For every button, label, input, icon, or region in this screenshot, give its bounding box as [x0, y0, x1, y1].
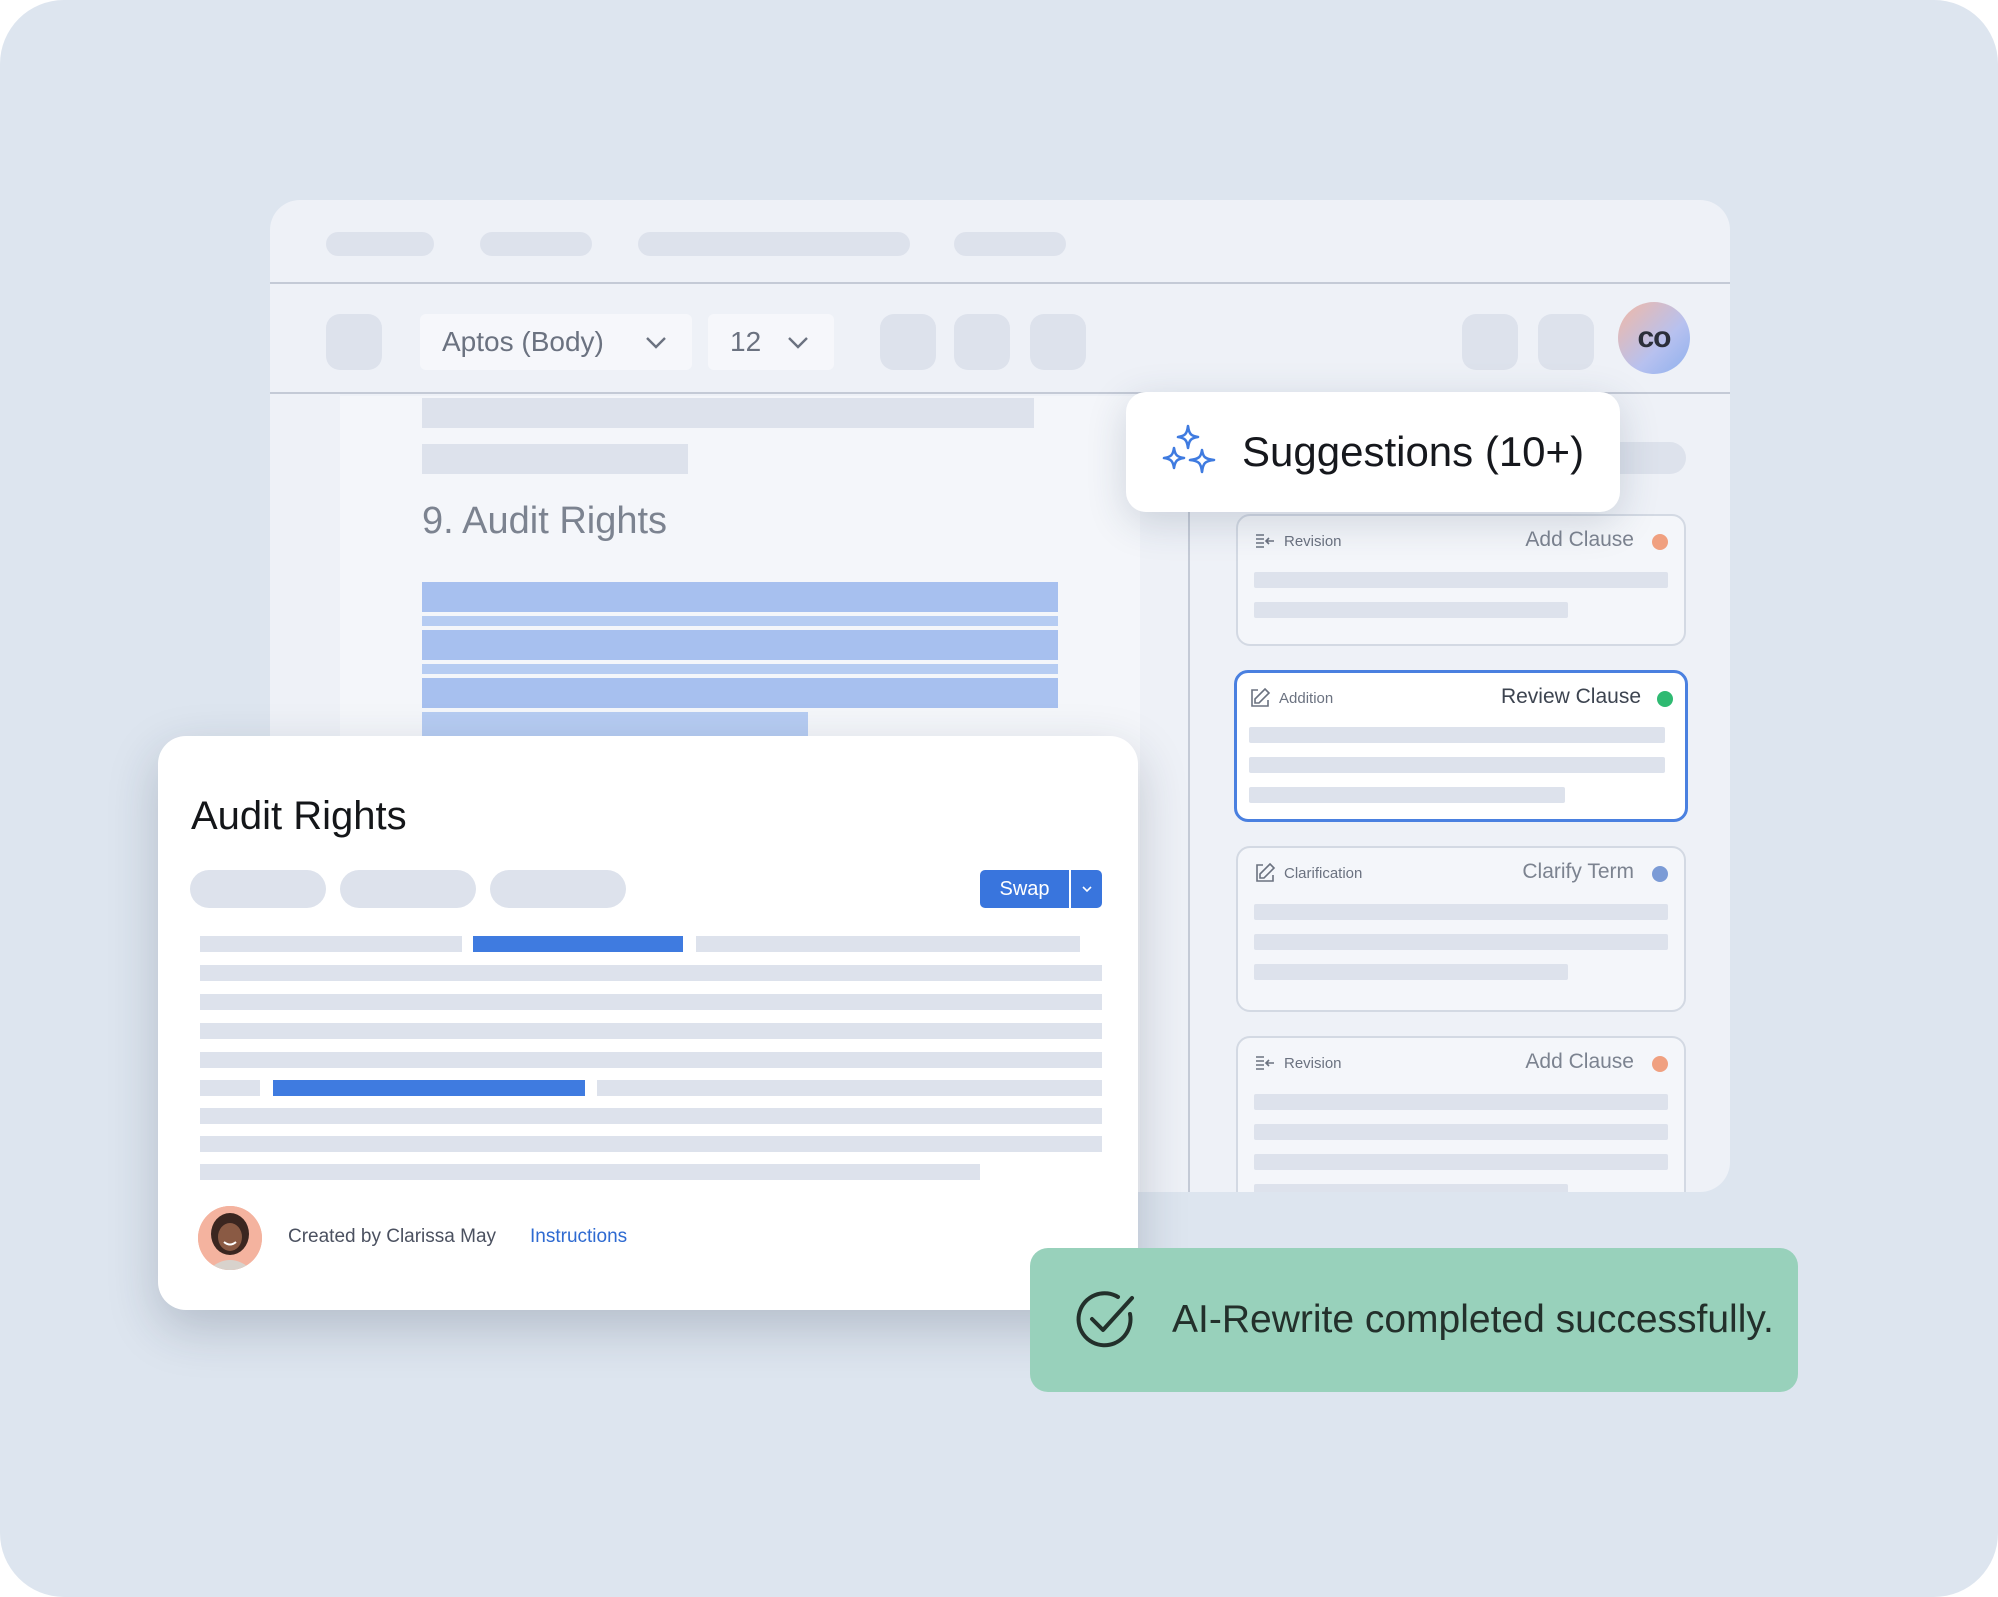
text-line-placeholder — [1254, 572, 1668, 588]
menu-item-placeholder[interactable] — [480, 232, 592, 256]
text-line-placeholder — [422, 444, 688, 474]
formatting-toolbar: Aptos (Body) 12 co — [270, 286, 1730, 394]
filter-pill[interactable] — [490, 870, 626, 908]
text-line-placeholder — [1254, 934, 1668, 950]
copilot-avatar[interactable]: co — [1618, 302, 1690, 374]
text-line-placeholder — [422, 398, 1034, 428]
card-action-label: Review Clause — [1500, 685, 1641, 708]
success-toast: AI-Rewrite completed successfully. — [1030, 1248, 1798, 1392]
toolbar-button[interactable] — [954, 314, 1010, 370]
edit-icon — [1251, 687, 1271, 707]
text-line-placeholder — [200, 936, 462, 952]
text-line-placeholder — [597, 1080, 1102, 1096]
toolbar-button[interactable] — [1538, 314, 1594, 370]
highlighted-text[interactable] — [422, 678, 1058, 708]
swap-dropdown-button[interactable] — [1071, 870, 1102, 908]
text-line-placeholder — [200, 1164, 980, 1180]
highlighted-term[interactable] — [473, 936, 683, 952]
instructions-link[interactable]: Instructions — [530, 1226, 627, 1248]
text-line-placeholder — [200, 994, 1102, 1010]
font-size-select[interactable]: 12 — [708, 314, 834, 370]
highlighted-term[interactable] — [273, 1080, 585, 1096]
suggestion-card-revision[interactable]: Revision Add Clause — [1236, 514, 1686, 646]
font-size-value: 12 — [730, 326, 762, 357]
card-kind-label: Revision — [1284, 532, 1342, 550]
font-family-select[interactable]: Aptos (Body) — [420, 314, 692, 370]
suggestions-title: Suggestions (10+) — [1242, 428, 1585, 475]
chevron-down-icon — [788, 337, 808, 349]
toolbar-button[interactable] — [880, 314, 936, 370]
toolbar-button[interactable] — [1462, 314, 1518, 370]
text-line-placeholder — [1254, 1184, 1568, 1192]
text-line-placeholder — [200, 1080, 260, 1096]
highlighted-text[interactable] — [422, 630, 1058, 660]
card-kind-label: Clarification — [1284, 864, 1363, 882]
highlighted-text[interactable] — [422, 582, 1058, 612]
author-avatar — [198, 1206, 262, 1270]
edit-icon — [1256, 862, 1276, 882]
toolbar-button[interactable] — [326, 314, 382, 370]
highlighted-text — [422, 664, 1058, 674]
menu-item-placeholder[interactable] — [638, 232, 910, 256]
text-line-placeholder — [200, 965, 1102, 981]
text-line-placeholder — [1254, 1154, 1668, 1170]
status-dot — [1652, 866, 1668, 882]
filter-pill[interactable] — [190, 870, 326, 908]
text-line-placeholder — [200, 1136, 1102, 1152]
menu-item-placeholder[interactable] — [326, 232, 434, 256]
status-dot — [1652, 534, 1668, 550]
chevron-down-icon — [646, 337, 666, 349]
text-line-placeholder — [1249, 757, 1665, 773]
card-kind-label: Addition — [1279, 689, 1334, 707]
text-line-placeholder — [1249, 727, 1665, 743]
filter-pill[interactable] — [340, 870, 476, 908]
suggestion-card-revision[interactable]: Revision Add Clause — [1236, 1036, 1686, 1192]
revision-icon — [1256, 534, 1274, 548]
background-canvas: Aptos (Body) 12 co 9. Audit Rights Revis… — [0, 0, 1998, 1597]
text-line-placeholder — [1254, 602, 1568, 618]
highlighted-text[interactable] — [422, 712, 808, 736]
text-line-placeholder — [696, 936, 1080, 952]
highlighted-text — [422, 616, 1058, 626]
clause-modal: Audit Rights Swap Created by Clarissa Ma… — [158, 736, 1138, 1310]
text-line-placeholder — [1254, 1124, 1668, 1140]
sparkles-icon — [1162, 424, 1216, 474]
card-action-label: Clarify Term — [1522, 860, 1634, 883]
revision-icon — [1256, 1056, 1274, 1070]
card-action-label: Add Clause — [1525, 528, 1634, 551]
check-circle-icon — [1076, 1291, 1134, 1348]
swap-button[interactable]: Swap — [980, 870, 1071, 908]
text-line-placeholder — [1254, 904, 1668, 920]
section-heading: 9. Audit Rights — [422, 500, 668, 542]
card-kind-label: Revision — [1284, 1054, 1342, 1072]
suggestions-header[interactable]: Suggestions (10+) — [1126, 392, 1620, 512]
font-family-value: Aptos (Body) — [442, 326, 604, 357]
chevron-down-icon — [1081, 886, 1092, 893]
toolbar-button[interactable] — [1030, 314, 1086, 370]
text-line-placeholder — [200, 1023, 1102, 1039]
panel-divider — [1188, 396, 1190, 1192]
menu-bar — [270, 200, 1730, 284]
status-dot — [1657, 691, 1673, 707]
modal-title: Audit Rights — [191, 794, 407, 838]
person-icon — [198, 1206, 262, 1270]
text-line-placeholder — [200, 1108, 1102, 1124]
created-by-label: Created by Clarissa May — [288, 1226, 497, 1247]
card-action-label: Add Clause — [1525, 1050, 1634, 1073]
swap-split-button: Swap — [980, 870, 1102, 908]
suggestion-card-clarification[interactable]: Clarification Clarify Term — [1236, 846, 1686, 1012]
menu-item-placeholder[interactable] — [954, 232, 1066, 256]
text-line-placeholder — [1254, 964, 1568, 980]
text-line-placeholder — [200, 1052, 1102, 1068]
text-line-placeholder — [1249, 787, 1565, 803]
text-line-placeholder — [1254, 1094, 1668, 1110]
status-dot — [1652, 1056, 1668, 1072]
toast-message: AI-Rewrite completed successfully. — [1172, 1298, 1774, 1341]
suggestion-card-addition[interactable]: Addition Review Clause — [1234, 670, 1688, 822]
